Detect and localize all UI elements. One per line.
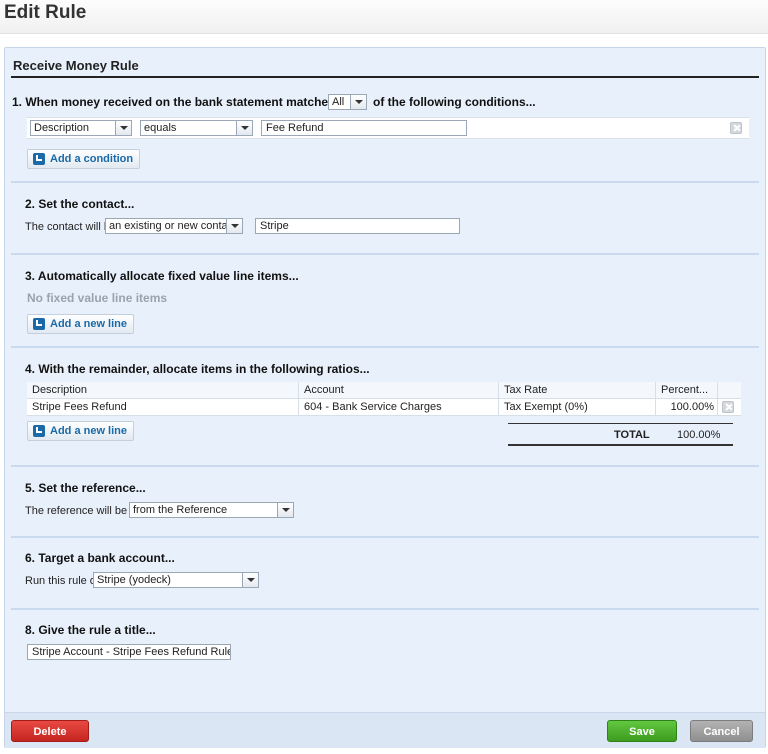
page-title: Edit Rule	[4, 2, 87, 23]
match-type-select[interactable]: All	[328, 94, 367, 110]
row-account[interactable]: 604 - Bank Service Charges	[299, 399, 499, 416]
col-percent: Percent...	[656, 382, 718, 399]
section5-heading: 5. Set the reference...	[25, 481, 146, 495]
page-header: Edit Rule	[0, 0, 768, 34]
panel-title-divider	[11, 76, 759, 78]
reference-mode-select[interactable]: from the Reference	[129, 502, 294, 518]
section-divider	[11, 536, 759, 538]
save-button[interactable]: Save	[607, 720, 677, 742]
section-divider	[11, 608, 759, 610]
add-icon	[33, 318, 45, 330]
contact-label: The contact will be	[25, 221, 117, 233]
col-account: Account	[299, 382, 499, 399]
section-divider	[11, 465, 759, 467]
section1-heading-prefix: 1. When money received on the bank state…	[12, 95, 335, 109]
cancel-button[interactable]: Cancel	[690, 720, 753, 742]
no-fixed-lines-text: No fixed value line items	[27, 291, 168, 305]
chevron-down-icon	[236, 121, 252, 135]
col-tax-rate: Tax Rate	[499, 382, 656, 399]
section2-heading: 2. Set the contact...	[25, 197, 135, 211]
section-divider	[11, 346, 759, 348]
total-bottom-rule	[508, 444, 733, 446]
delete-button[interactable]: Delete	[11, 720, 89, 742]
bank-account-select[interactable]: Stripe (yodeck)	[93, 572, 259, 588]
condition-row: Description equals Fee Refund	[27, 117, 749, 139]
add-ratio-line-label: Add a new line	[50, 425, 128, 437]
match-type-value: All	[332, 96, 345, 108]
section-divider	[11, 253, 759, 255]
condition-operator-value: equals	[144, 122, 177, 134]
contact-mode-select[interactable]: an existing or new contact	[105, 218, 243, 234]
section1-heading-suffix: of the following conditions...	[373, 95, 536, 109]
section8-heading: 8. Give the rule a title...	[25, 623, 156, 637]
col-description: Description	[27, 382, 299, 399]
table-row[interactable]: Stripe Fees Refund 604 - Bank Service Ch…	[27, 399, 741, 416]
total-label: TOTAL	[614, 429, 650, 441]
row-description[interactable]: Stripe Fees Refund	[27, 399, 299, 416]
section-divider	[11, 181, 759, 183]
rule-title-input[interactable]: Stripe Account - Stripe Fees Refund Rule	[27, 644, 231, 660]
chevron-down-icon	[226, 219, 242, 233]
add-condition-button[interactable]: Add a condition	[27, 149, 141, 169]
row-percent[interactable]: 100.00%	[656, 399, 718, 416]
condition-field-select[interactable]: Description	[30, 120, 132, 136]
reference-mode-value: from the Reference	[133, 504, 228, 516]
section3-heading: 3. Automatically allocate fixed value li…	[25, 269, 299, 283]
chevron-down-icon	[350, 95, 366, 109]
condition-value-input[interactable]: Fee Refund	[261, 120, 467, 136]
add-icon	[33, 425, 45, 437]
remove-row-icon[interactable]	[722, 401, 734, 413]
contact-input[interactable]: Stripe	[255, 218, 460, 234]
chevron-down-icon	[242, 573, 258, 587]
section6-heading: 6. Target a bank account...	[25, 551, 175, 565]
condition-operator-select[interactable]: equals	[140, 120, 253, 136]
panel-title: Receive Money Rule	[13, 58, 139, 73]
chevron-down-icon	[277, 503, 293, 517]
bank-account-value: Stripe (yodeck)	[97, 574, 171, 586]
add-icon	[33, 153, 45, 165]
contact-mode-value: an existing or new contact	[109, 220, 237, 232]
condition-field-value: Description	[34, 122, 90, 134]
row-tax-rate[interactable]: Tax Exempt (0%)	[499, 399, 656, 416]
footer-bar: Delete Save Cancel	[5, 712, 765, 748]
total-value: 100.00%	[677, 429, 721, 441]
chevron-down-icon	[115, 121, 131, 135]
remove-condition-icon[interactable]	[730, 122, 742, 134]
add-condition-label: Add a condition	[50, 153, 134, 165]
section4-heading: 4. With the remainder, allocate items in…	[25, 362, 370, 376]
add-fixed-line-label: Add a new line	[50, 318, 128, 330]
add-fixed-line-button[interactable]: Add a new line	[27, 314, 135, 334]
rule-panel: Receive Money Rule 1. When money receive…	[4, 47, 766, 748]
add-ratio-line-button[interactable]: Add a new line	[27, 421, 135, 441]
reference-label: The reference will be set	[25, 505, 145, 517]
ratio-table-header: Description Account Tax Rate Percent...	[27, 382, 741, 399]
total-top-rule	[508, 423, 733, 424]
bank-account-label: Run this rule on	[25, 575, 103, 587]
